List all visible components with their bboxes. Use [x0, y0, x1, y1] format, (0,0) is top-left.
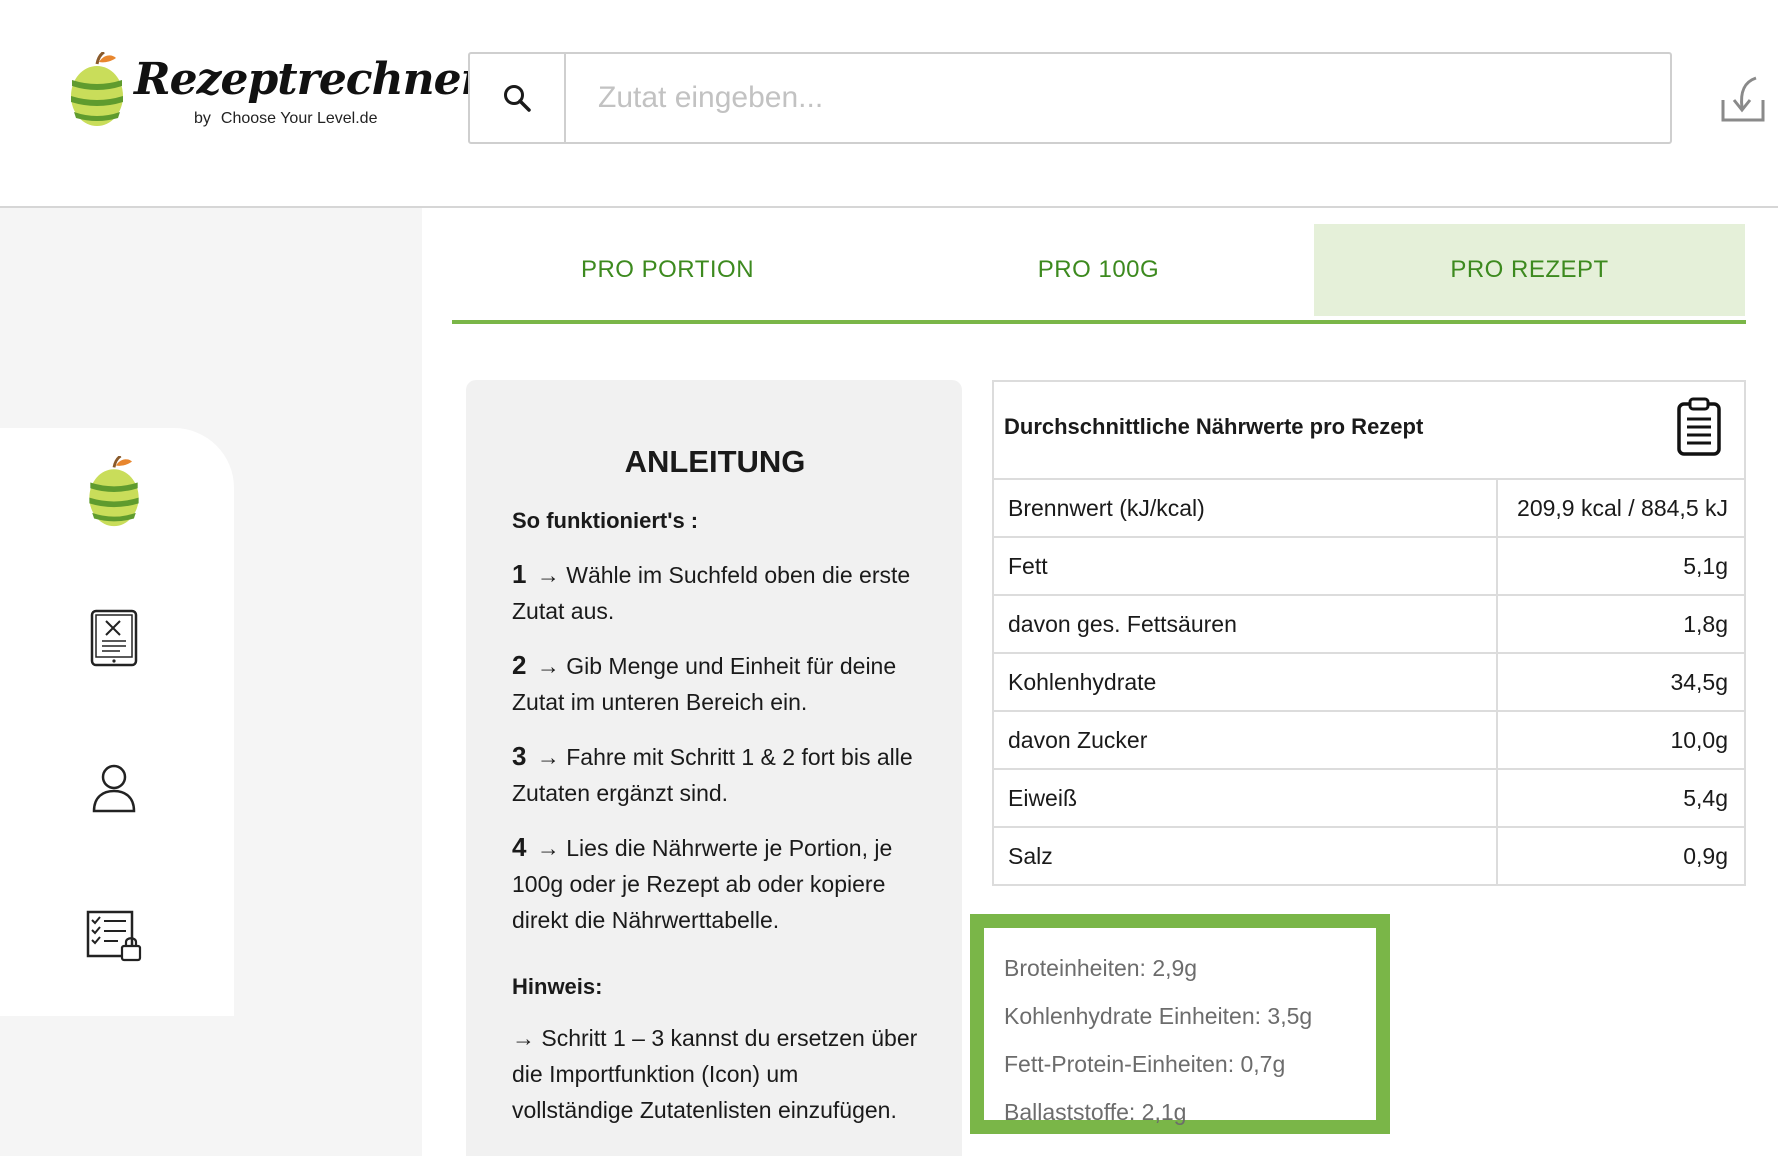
clipboard-icon[interactable] — [1676, 396, 1722, 456]
step-number: 3 — [512, 741, 527, 771]
search-icon — [504, 85, 531, 112]
nutrition-row: Kohlenhydrate 34,5g — [994, 654, 1744, 712]
arrow-icon: → — [536, 835, 560, 861]
sidebar-item-profile[interactable] — [80, 754, 148, 822]
nutrient-label: Kohlenhydrate — [994, 654, 1498, 710]
nutrient-value: 1,8g — [1683, 610, 1728, 637]
arrow-icon: → — [536, 562, 560, 588]
nutrient-label: Fett — [994, 538, 1498, 594]
search-button[interactable] — [470, 54, 566, 142]
step-number: 2 — [512, 650, 527, 680]
step-text: Wähle im Suchfeld oben die erste Zutat a… — [512, 562, 911, 624]
tab-bar: PRO PORTION PRO 100G PRO REZEPT — [452, 224, 1746, 324]
sidebar-item-lists[interactable] — [80, 902, 148, 970]
arrow-icon: → — [536, 744, 560, 770]
arrow-icon: → — [512, 1025, 535, 1051]
step-text: Lies die Nährwerte je Portion, je 100g o… — [512, 835, 893, 933]
nutrition-row: Eiweiß 5,4g — [994, 770, 1744, 828]
instructions-subtitle: So funktioniert's : — [512, 508, 699, 533]
instructions-panel: ANLEITUNG So funktioniert's : 1 → Wähle … — [466, 380, 962, 1156]
nutrient-label: davon Zucker — [994, 712, 1498, 768]
tab-pro-100g[interactable]: PRO 100G — [883, 224, 1314, 316]
logo-byline-text: Choose Your Level.de — [220, 110, 378, 127]
nutrient-label: Eiweiß — [994, 770, 1498, 826]
nutrient-label: Brennwert (kJ/kcal) — [994, 480, 1498, 536]
nutrition-row: davon Zucker 10,0g — [994, 712, 1744, 770]
nutrient-value: 10,0g — [1670, 726, 1728, 753]
nutrition-table-header: Durchschnittliche Nährwerte pro Rezept — [994, 382, 1744, 480]
locked-checklist-icon — [86, 910, 142, 962]
step-text: Fahre mit Schritt 1 & 2 fort bis alle Zu… — [512, 744, 913, 806]
nutrition-row: Brennwert (kJ/kcal) 209,9 kcal / 884,5 kJ — [994, 480, 1744, 538]
tab-pro-rezept[interactable]: PRO REZEPT — [1314, 224, 1745, 316]
units-box: Broteinheiten: 2,9g Kohlenhydrate Einhei… — [970, 914, 1390, 1134]
unit-fat-protein: Fett-Protein-Einheiten: 0,7g — [1004, 1051, 1286, 1077]
unit-carb: Kohlenhydrate Einheiten: 3,5g — [1004, 1003, 1313, 1029]
import-icon[interactable] — [1720, 74, 1766, 124]
step-number: 4 — [512, 832, 527, 862]
sidebar — [0, 428, 234, 1016]
logo-wordmark: Rezeptrechner — [134, 54, 484, 105]
apple-logo-icon — [71, 52, 123, 126]
hint-title: Hinweis: — [512, 974, 603, 999]
search-input[interactable] — [566, 54, 1666, 142]
hint-text: Schritt 1 – 3 kannst du ersetzen über di… — [512, 1025, 918, 1123]
step-number: 1 — [512, 559, 527, 589]
hint-text-block: → Schritt 1 – 3 kannst du ersetzen über … — [512, 1020, 918, 1128]
apple-logo-icon — [89, 456, 139, 527]
nutrient-label: Salz — [994, 828, 1498, 884]
logo[interactable]: Rezeptrechner by Choose Your Level.de — [68, 52, 484, 138]
nutrition-title: Durchschnittliche Nährwerte pro Rezept — [1004, 414, 1424, 439]
nutrient-value: 34,5g — [1670, 668, 1728, 695]
nutrient-value: 209,9 kcal / 884,5 kJ — [1517, 494, 1728, 521]
sidebar-item-recipes[interactable] — [80, 604, 148, 672]
nutrient-label: davon ges. Fettsäuren — [994, 596, 1498, 652]
header: Rezeptrechner by Choose Your Level.de — [0, 0, 1778, 208]
instruction-step: 1 → Wähle im Suchfeld oben die erste Zut… — [512, 556, 918, 629]
search-bar — [468, 52, 1672, 144]
step-text: Gib Menge und Einheit für deine Zutat im… — [512, 653, 897, 715]
instruction-step: 4 → Lies die Nährwerte je Portion, je 10… — [512, 829, 918, 938]
nutrient-value: 5,1g — [1683, 552, 1728, 579]
nutrition-table: Durchschnittliche Nährwerte pro Rezept B… — [992, 380, 1746, 886]
nutrient-value: 0,9g — [1683, 842, 1728, 869]
nutrient-value: 5,4g — [1683, 784, 1728, 811]
logo-byline: by Choose Your Level.de — [194, 110, 377, 128]
instruction-step: 2 → Gib Menge und Einheit für deine Zuta… — [512, 647, 918, 720]
nutrition-row: davon ges. Fettsäuren 1,8g — [994, 596, 1744, 654]
logo-by: by — [194, 110, 211, 127]
instructions-title: ANLEITUNG — [624, 444, 806, 479]
unit-bread: Broteinheiten: 2,9g — [1004, 955, 1198, 981]
user-icon — [92, 764, 136, 813]
arrow-icon: → — [536, 653, 560, 679]
sidebar-item-home[interactable] — [80, 456, 148, 527]
unit-fiber: Ballaststoffe: 2,1g — [1004, 1099, 1187, 1125]
nutrition-row: Salz 0,9g — [994, 828, 1744, 884]
instruction-step: 3 → Fahre mit Schritt 1 & 2 fort bis all… — [512, 738, 918, 811]
recipe-tablet-icon — [90, 609, 138, 667]
tab-pro-portion[interactable]: PRO PORTION — [452, 224, 883, 316]
nutrition-row: Fett 5,1g — [994, 538, 1744, 596]
